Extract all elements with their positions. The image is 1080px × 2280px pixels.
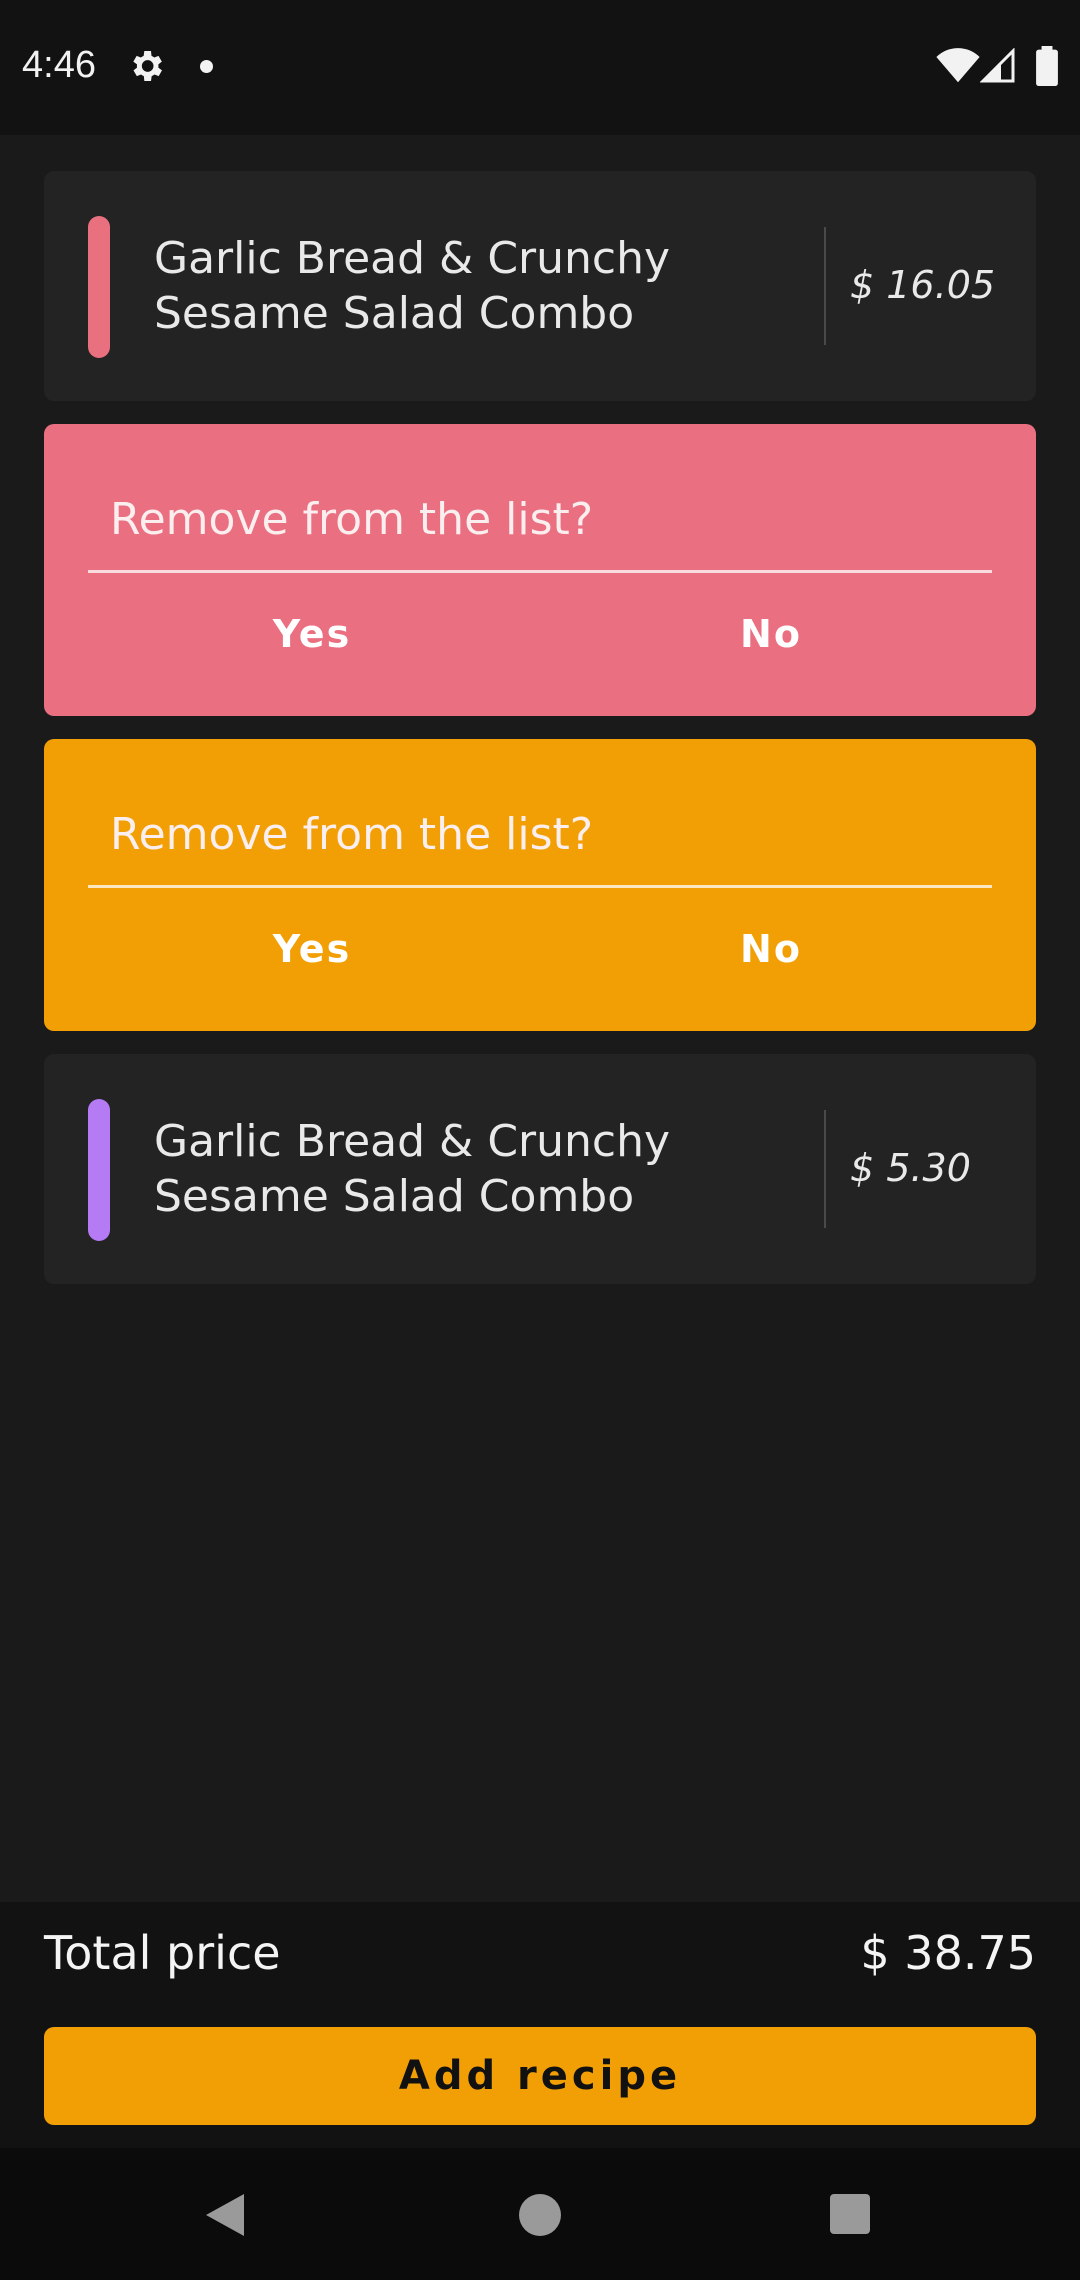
status-time: 4:46	[22, 44, 96, 86]
remove-question: Remove from the list?	[110, 494, 594, 545]
recipe-item-card[interactable]: Garlic Bread & Crunchy Sesame Salad Comb…	[44, 1054, 1036, 1284]
yes-button[interactable]: Yes	[162, 919, 462, 979]
total-price-value: $ 38.75	[860, 1926, 1036, 1980]
item-color-indicator	[88, 1099, 110, 1241]
remove-confirm-card: Remove from the list? Yes No	[44, 739, 1036, 1031]
item-price: $ 16.05	[850, 263, 996, 307]
item-name: Garlic Bread & Crunchy Sesame Salad Comb…	[154, 1116, 671, 1222]
home-icon[interactable]	[519, 2194, 561, 2236]
recents-icon[interactable]	[830, 2194, 870, 2234]
total-price-label: Total price	[44, 1926, 281, 1980]
back-icon[interactable]	[204, 2192, 248, 2238]
no-button[interactable]: No	[621, 919, 921, 979]
signal-icon	[980, 48, 1015, 83]
notification-dot-icon	[200, 60, 213, 73]
gear-icon	[133, 51, 162, 81]
no-button[interactable]: No	[621, 604, 921, 664]
item-divider	[824, 1110, 826, 1228]
status-bar: 4:46	[0, 0, 1080, 135]
confirm-divider	[88, 570, 992, 573]
system-nav-bar	[0, 2148, 1080, 2280]
confirm-divider	[88, 885, 992, 888]
add-recipe-button[interactable]: Add recipe	[44, 2027, 1036, 2125]
item-name: Garlic Bread & Crunchy Sesame Salad Comb…	[154, 233, 671, 339]
item-divider	[824, 227, 826, 345]
recipe-item-card[interactable]: Garlic Bread & Crunchy Sesame Salad Comb…	[44, 171, 1036, 401]
wifi-icon	[936, 48, 980, 83]
footer-panel: Total price $ 38.75 Add recipe	[0, 1902, 1080, 2148]
item-color-indicator	[88, 216, 110, 358]
item-price: $ 5.30	[850, 1146, 971, 1190]
remove-question: Remove from the list?	[110, 809, 594, 860]
remove-confirm-card: Remove from the list? Yes No	[44, 424, 1036, 716]
yes-button[interactable]: Yes	[162, 604, 462, 664]
battery-icon	[1036, 46, 1058, 86]
